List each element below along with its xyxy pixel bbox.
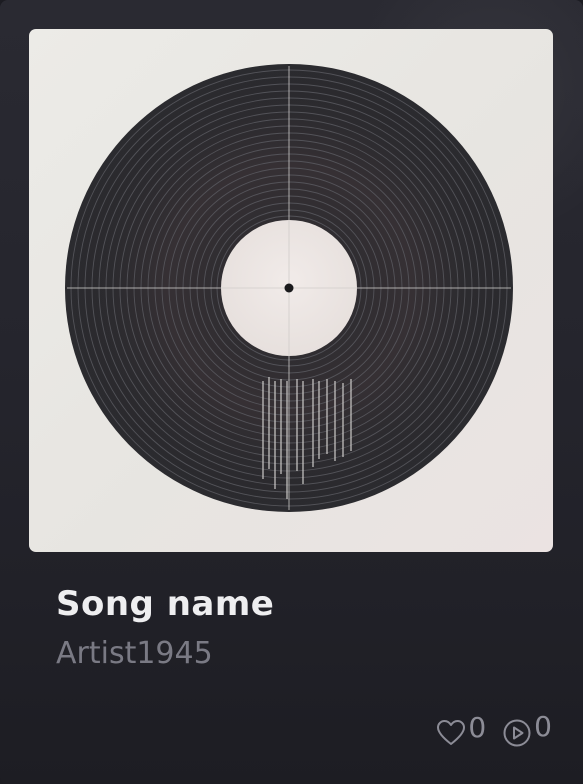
song-stats: 0 0: [436, 710, 552, 748]
vinyl-record-artwork: [65, 64, 513, 512]
heart-outline-icon: [437, 720, 466, 745]
song-title[interactable]: Song name: [56, 584, 274, 624]
artist-name[interactable]: Artist1945: [56, 636, 213, 671]
song-card[interactable]: Song name Artist1945 0 0: [0, 0, 583, 784]
play-count: 0: [534, 710, 552, 743]
play-count-button[interactable]: 0: [502, 710, 552, 748]
spindle-hole: [284, 283, 294, 293]
like-count: 0: [468, 711, 487, 744]
album-cover[interactable]: [29, 29, 553, 552]
play-circle-icon: [503, 719, 531, 747]
like-button[interactable]: 0: [436, 711, 486, 747]
